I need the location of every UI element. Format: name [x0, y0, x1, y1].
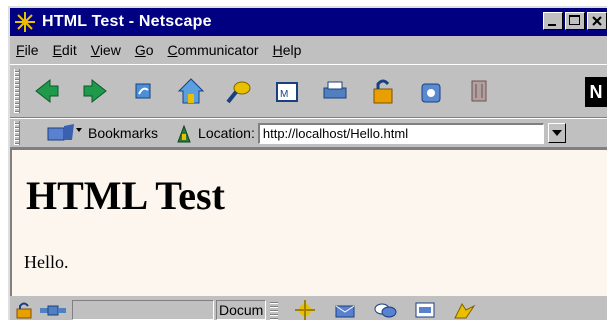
home-button[interactable]	[174, 74, 208, 108]
netscape-logo-icon	[15, 12, 35, 32]
conference-icon[interactable]	[452, 300, 478, 320]
browser-window: HTML Test - Netscape File Edit View Go C…	[8, 6, 607, 320]
svg-text:M: M	[280, 89, 288, 100]
menu-help[interactable]: Help	[273, 42, 302, 58]
back-button[interactable]	[30, 74, 64, 108]
forward-icon	[83, 78, 107, 104]
print-button[interactable]	[318, 74, 352, 108]
reload-button[interactable]	[126, 74, 160, 108]
security-lock-icon[interactable]	[14, 300, 34, 320]
page-viewport[interactable]: HTML Test Hello.	[10, 148, 607, 296]
page-heading: HTML Test	[26, 173, 225, 218]
close-icon	[592, 16, 602, 26]
location-grip[interactable]	[14, 121, 20, 145]
status-text: Docum	[216, 300, 267, 320]
location-toolbar: Bookmarks Location: http://localhost/Hel…	[10, 118, 607, 148]
reload-icon	[135, 83, 151, 99]
location-icon[interactable]	[174, 122, 194, 144]
url-input[interactable]: http://localhost/Hello.html	[257, 122, 544, 144]
minimize-button[interactable]	[543, 12, 563, 30]
forward-button[interactable]	[78, 74, 112, 108]
netscape-n-logo: N	[585, 77, 607, 107]
location-label: Location:	[198, 125, 255, 141]
menu-edit[interactable]: Edit	[53, 42, 77, 58]
bookmarks-label[interactable]: Bookmarks	[88, 125, 158, 141]
security-icon	[373, 79, 393, 104]
component-bar-grip[interactable]	[270, 300, 279, 320]
home-icon	[177, 78, 205, 104]
security-button[interactable]	[366, 74, 400, 108]
navigation-toolbar: M N	[10, 64, 607, 118]
mailbox-icon[interactable]	[332, 300, 358, 320]
shop-icon	[421, 83, 441, 103]
bookmarks-icon[interactable]	[44, 122, 84, 144]
title-bar[interactable]: HTML Test - Netscape	[10, 8, 607, 36]
chevron-down-icon	[551, 130, 562, 136]
search-button[interactable]	[222, 74, 256, 108]
my-netscape-button[interactable]: M	[270, 74, 304, 108]
back-icon	[35, 78, 59, 104]
toolbar-grip[interactable]	[14, 69, 20, 113]
url-dropdown-button[interactable]	[547, 123, 566, 143]
stop-button[interactable]	[462, 74, 496, 108]
my-netscape-icon: M	[276, 82, 298, 102]
print-icon	[323, 81, 347, 99]
discussion-icon[interactable]	[372, 300, 398, 320]
search-icon	[226, 81, 251, 104]
menu-file[interactable]: File	[16, 42, 39, 58]
shop-button[interactable]	[414, 74, 448, 108]
window-title: HTML Test - Netscape	[42, 13, 212, 30]
menu-communicator[interactable]: Communicator	[168, 42, 259, 58]
menu-go[interactable]: Go	[135, 42, 154, 58]
menu-view[interactable]: View	[91, 42, 121, 58]
close-button[interactable]	[587, 12, 607, 30]
stop-icon	[471, 80, 487, 102]
menu-bar: File Edit View Go Communicator Help	[10, 38, 607, 62]
composer-icon[interactable]	[412, 300, 438, 320]
status-bar: Docum	[10, 298, 607, 322]
navigator-icon[interactable]	[292, 300, 318, 320]
window-controls	[543, 12, 607, 30]
page-body-text: Hello.	[24, 252, 69, 272]
connection-icon	[40, 305, 66, 316]
maximize-button[interactable]	[565, 12, 585, 30]
progress-bar	[72, 300, 214, 320]
